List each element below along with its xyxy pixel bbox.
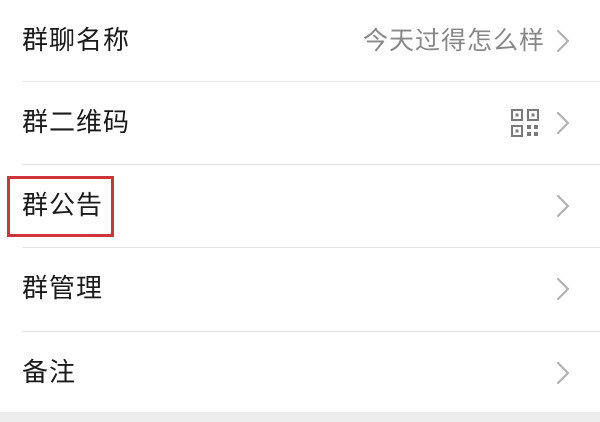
chevron-right-icon: [556, 277, 570, 301]
group-settings-list: 群聊名称 今天过得怎么样 群二维码 群公告 群管理 备注: [0, 0, 600, 412]
remark-row[interactable]: 备注: [0, 332, 600, 414]
group-qr-code-row[interactable]: 群二维码: [0, 82, 600, 164]
group-management-row[interactable]: 群管理: [0, 248, 600, 330]
group-qr-code-label: 群二维码: [22, 108, 131, 138]
group-name-value: 今天过得怎么样: [362, 26, 545, 55]
chevron-right-icon: [556, 111, 570, 135]
group-name-label: 群聊名称: [22, 26, 131, 56]
remark-label: 备注: [22, 358, 77, 388]
group-name-row[interactable]: 群聊名称 今天过得怎么样: [0, 0, 600, 82]
group-announcement-label: 群公告: [22, 191, 104, 221]
group-management-label: 群管理: [22, 274, 104, 304]
group-announcement-row[interactable]: 群公告: [0, 165, 600, 247]
qr-code-icon: [511, 109, 539, 137]
chevron-right-icon: [556, 29, 570, 53]
chevron-right-icon: [556, 194, 570, 218]
chevron-right-icon: [556, 361, 570, 385]
